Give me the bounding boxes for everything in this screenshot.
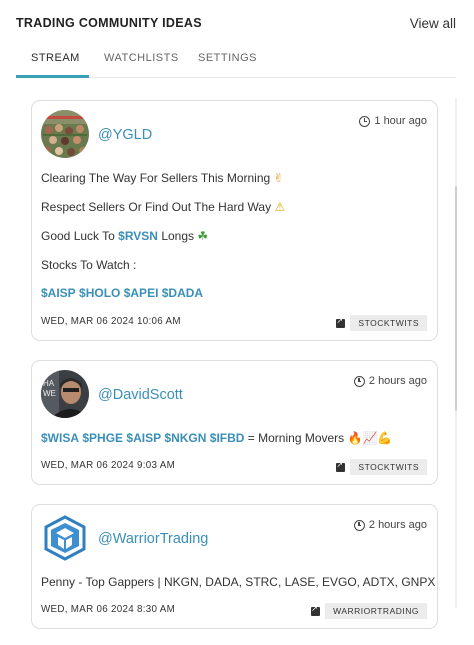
clock-icon	[353, 519, 365, 531]
external-link-icon[interactable]	[336, 460, 346, 472]
ticker-link[interactable]: $DADA	[162, 286, 203, 300]
ticker-link[interactable]: $AISP	[41, 286, 76, 300]
post-line: Clearing The Way For Sellers This Mornin…	[41, 171, 284, 185]
active-tab-indicator	[16, 75, 89, 78]
post-line: Good Luck To $RVSN Longs ☘	[41, 229, 208, 243]
tab-bar: STREAM WATCHLISTS SETTINGS	[16, 44, 456, 78]
post-date: WED, MAR 06 2024 10:06 AM	[41, 316, 181, 327]
avatar[interactable]: HA WE	[41, 370, 89, 418]
post-time: 1 hour ago	[359, 115, 427, 127]
source-badge[interactable]: WARRIORTRADING	[325, 603, 427, 619]
post-date: WED, MAR 06 2024 8:30 AM	[41, 604, 176, 615]
post-card: HA WE @DavidScott 2 hours ago $WISA $PHG…	[31, 360, 438, 485]
widget-title: TRADING COMMUNITY IDEAS	[16, 16, 202, 30]
tab-watchlists[interactable]: WATCHLISTS	[104, 52, 179, 64]
post-card: @WarriorTrading 2 hours ago Penny - Top …	[31, 504, 438, 629]
external-link-icon[interactable]	[311, 604, 321, 616]
post-line: $AISP $HOLO $APEI $DADA	[41, 286, 203, 300]
warning-icon: ⚠	[274, 200, 286, 214]
clock-icon	[359, 115, 371, 127]
author-handle[interactable]: @YGLD	[98, 127, 152, 143]
post-line: $WISA $PHGE $AISP $NKGN $IFBD = Morning …	[41, 431, 392, 445]
ticker-link[interactable]: $HOLO	[79, 286, 120, 300]
post-text: Longs	[161, 229, 195, 243]
author-handle[interactable]: @WarriorTrading	[98, 531, 208, 547]
post-source: WARRIORTRADING	[311, 603, 427, 619]
clock-icon	[353, 375, 365, 387]
post-time-label: 2 hours ago	[368, 375, 427, 387]
author-handle[interactable]: @DavidScott	[98, 387, 183, 403]
post-time: 2 hours ago	[353, 375, 427, 387]
widget-header: TRADING COMMUNITY IDEAS View all	[16, 14, 456, 34]
post-text: Stocks To Watch :	[41, 258, 137, 272]
post-time: 2 hours ago	[353, 519, 427, 531]
svg-text:HA: HA	[43, 379, 55, 388]
post-source: STOCKTWITS	[336, 459, 427, 475]
ticker-link[interactable]: $IFBD	[210, 431, 245, 445]
post-text: Penny - Top Gappers | NKGN, DADA, STRC, …	[41, 575, 436, 589]
post-text: Clearing The Way For Sellers This Mornin…	[41, 171, 271, 185]
clover-icon: ☘	[197, 229, 209, 243]
scrollbar-thumb[interactable]	[455, 186, 457, 411]
external-link-icon[interactable]	[336, 316, 346, 328]
post-time-label: 1 hour ago	[374, 115, 427, 127]
post-text: Good Luck To	[41, 229, 115, 243]
post-line: Penny - Top Gappers | NKGN, DADA, STRC, …	[41, 575, 435, 589]
svg-text:WE: WE	[43, 389, 56, 398]
ticker-link[interactable]: $NKGN	[164, 431, 206, 445]
ticker-link[interactable]: $AISP	[126, 431, 161, 445]
post-time-label: 2 hours ago	[368, 519, 427, 531]
source-badge[interactable]: STOCKTWITS	[350, 459, 427, 475]
ticker-link[interactable]: $RVSN	[118, 229, 158, 243]
ticker-link[interactable]: $WISA	[41, 431, 79, 445]
post-text: Respect Sellers Or Find Out The Hard Way	[41, 200, 272, 214]
source-badge[interactable]: STOCKTWITS	[350, 315, 427, 331]
tab-stream[interactable]: STREAM	[31, 52, 80, 64]
post-card: @YGLD 1 hour ago Clearing The Way For Se…	[31, 100, 438, 341]
avatar[interactable]	[41, 110, 89, 158]
fire-chart-muscle-icons: 🔥📈💪	[347, 431, 393, 445]
post-line: Stocks To Watch :	[41, 258, 136, 272]
post-text: = Morning Movers	[247, 431, 345, 445]
view-all-link[interactable]: View all	[410, 16, 456, 31]
victory-hand-icon: ✌	[273, 171, 284, 185]
tab-settings[interactable]: SETTINGS	[198, 52, 257, 64]
ticker-link[interactable]: $PHGE	[82, 431, 123, 445]
post-line: Respect Sellers Or Find Out The Hard Way…	[41, 200, 285, 214]
post-date: WED, MAR 06 2024 9:03 AM	[41, 460, 176, 471]
post-source: STOCKTWITS	[336, 315, 427, 331]
avatar[interactable]	[41, 514, 89, 562]
ticker-link[interactable]: $APEI	[124, 286, 159, 300]
